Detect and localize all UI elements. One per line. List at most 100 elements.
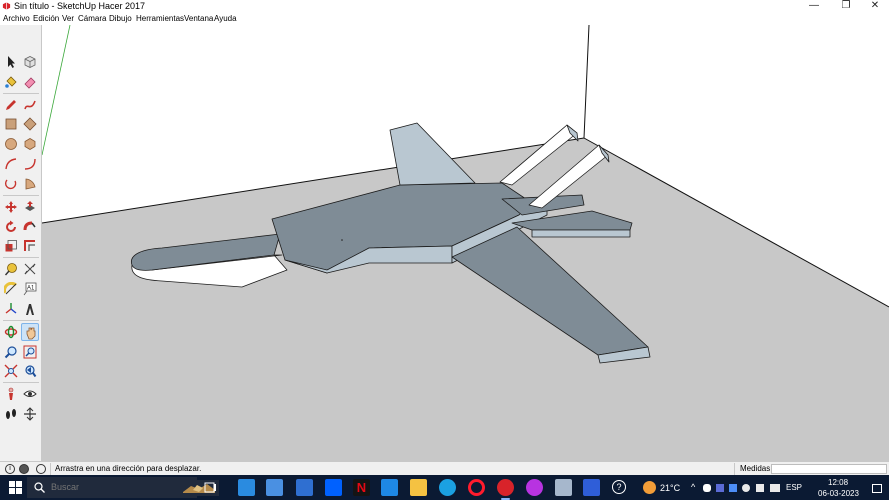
sketchup-taskbar-icon[interactable] <box>497 479 514 500</box>
opera-icon[interactable] <box>468 479 485 496</box>
position-camera-tool[interactable] <box>2 385 20 403</box>
credits-icon[interactable] <box>36 464 46 474</box>
onedrive-icon[interactable] <box>703 484 711 492</box>
clock-date[interactable]: 06-03-2023 <box>818 489 859 499</box>
toolbar-separator <box>3 257 39 258</box>
pie-tool[interactable] <box>21 175 39 193</box>
select-tool[interactable] <box>2 53 20 71</box>
netflix-icon[interactable]: N <box>353 479 370 496</box>
axes-icon <box>5 303 17 314</box>
previous-view-tool[interactable] <box>21 362 39 380</box>
taskbar-search-box[interactable] <box>27 477 219 498</box>
status-separator <box>734 463 735 475</box>
window-title: Sin título - SketchUp Hacer 2017 <box>14 1 146 11</box>
protractor-tool[interactable] <box>2 280 20 298</box>
scale-tool[interactable] <box>2 237 20 255</box>
sketchup-logo-icon <box>2 2 11 10</box>
task-view-icon[interactable] <box>202 479 219 496</box>
text-tool-glyph: A1 <box>27 286 35 292</box>
menu-ver[interactable]: Ver <box>62 13 74 25</box>
chevron-up-icon[interactable]: ^ <box>691 482 695 492</box>
language-indicator[interactable]: ESP <box>786 483 802 493</box>
search-input[interactable] <box>51 477 141 498</box>
weather-icon[interactable] <box>643 481 656 494</box>
freehand-tool[interactable] <box>21 96 39 114</box>
three-point-arc-tool[interactable] <box>2 175 20 193</box>
dropbox-tray-icon[interactable] <box>729 484 737 492</box>
menu-archivo[interactable]: Archivo <box>3 13 30 25</box>
walk-tool[interactable] <box>2 405 20 423</box>
teams-icon[interactable] <box>716 484 724 492</box>
dimension-tool[interactable] <box>21 260 39 278</box>
geo-location-icon[interactable] <box>19 464 29 474</box>
edge-icon[interactable] <box>439 479 456 496</box>
paint-bucket-tool[interactable] <box>2 73 20 91</box>
two-point-arc-tool[interactable] <box>21 155 39 173</box>
dropbox-icon[interactable] <box>325 479 342 496</box>
close-icon[interactable]: ✕ <box>860 0 889 13</box>
arc-tool[interactable] <box>2 155 20 173</box>
polygon-tool[interactable] <box>21 135 39 153</box>
push-pull-tool[interactable] <box>21 198 39 216</box>
circle-tool[interactable] <box>2 135 20 153</box>
zoom-window-tool[interactable] <box>21 343 39 361</box>
measurements-field[interactable] <box>771 464 887 474</box>
orbit-tool[interactable] <box>2 323 20 341</box>
polygon-icon <box>24 138 36 150</box>
status-separator <box>50 463 51 475</box>
menu-ventana[interactable]: Ventana <box>184 13 213 25</box>
menu-edicion[interactable]: Edición <box>33 13 59 25</box>
solitaire-icon[interactable] <box>381 479 398 496</box>
menu-dibujo[interactable]: Dibujo <box>109 13 132 25</box>
rotate-tool[interactable] <box>2 218 20 236</box>
text-tool[interactable]: A1 <box>21 280 39 298</box>
follow-me-tool[interactable] <box>21 218 39 236</box>
eraser-tool[interactable] <box>21 73 39 91</box>
menu-ayuda[interactable]: Ayuda <box>214 13 237 25</box>
volume-icon[interactable] <box>756 484 764 492</box>
offset-tool[interactable] <box>21 237 39 255</box>
zoom-tool[interactable] <box>2 343 20 361</box>
store-icon[interactable] <box>238 479 255 496</box>
arc-icon <box>5 158 17 170</box>
pan-tool[interactable] <box>21 323 39 341</box>
windows-start-icon[interactable] <box>9 481 22 494</box>
file-explorer-icon[interactable] <box>410 479 427 496</box>
minimize-icon[interactable]: — <box>799 0 829 13</box>
model-vertex-marker <box>341 239 343 241</box>
axes-tool[interactable] <box>2 300 20 318</box>
scale-icon <box>5 240 17 252</box>
info-icon[interactable]: i <box>5 464 15 474</box>
section-plane-tool[interactable] <box>21 405 39 423</box>
menu-camara[interactable]: Cámara <box>78 13 106 25</box>
clock-time[interactable]: 12:08 <box>828 478 848 488</box>
photos-icon[interactable] <box>266 479 283 496</box>
zoom-extents-tool[interactable] <box>2 362 20 380</box>
rotate-icon <box>6 220 16 232</box>
files-icon[interactable] <box>555 479 572 496</box>
rectangle-tool[interactable] <box>2 115 20 133</box>
menu-herramientas[interactable]: Herramientas <box>136 13 184 25</box>
move-tool[interactable] <box>2 198 20 216</box>
maximize-icon[interactable]: ❐ <box>831 0 861 13</box>
rotated-rectangle-tool[interactable] <box>21 115 39 133</box>
tape-measure-tool[interactable] <box>2 260 20 278</box>
line-tool[interactable] <box>2 96 20 114</box>
battery-icon[interactable] <box>770 484 780 492</box>
large-toolset: A1 <box>0 25 42 461</box>
network-icon[interactable] <box>742 484 750 492</box>
tailplane-side-face <box>531 229 631 238</box>
3d-text-tool[interactable] <box>21 300 39 318</box>
paint-bucket-icon <box>5 76 17 88</box>
help-icon[interactable]: ? <box>612 480 626 494</box>
notifications-icon[interactable] <box>872 484 882 493</box>
app-launcher-icon[interactable] <box>583 479 600 496</box>
firefox-dev-icon[interactable] <box>526 479 543 496</box>
weather-temperature[interactable]: 21°C <box>660 483 680 493</box>
mail-icon[interactable] <box>296 479 313 496</box>
make-component-tool[interactable] <box>21 53 39 71</box>
offset-icon <box>24 240 35 251</box>
look-around-tool[interactable] <box>21 385 39 403</box>
modeling-viewport[interactable] <box>42 25 889 461</box>
pie-icon <box>25 178 36 190</box>
